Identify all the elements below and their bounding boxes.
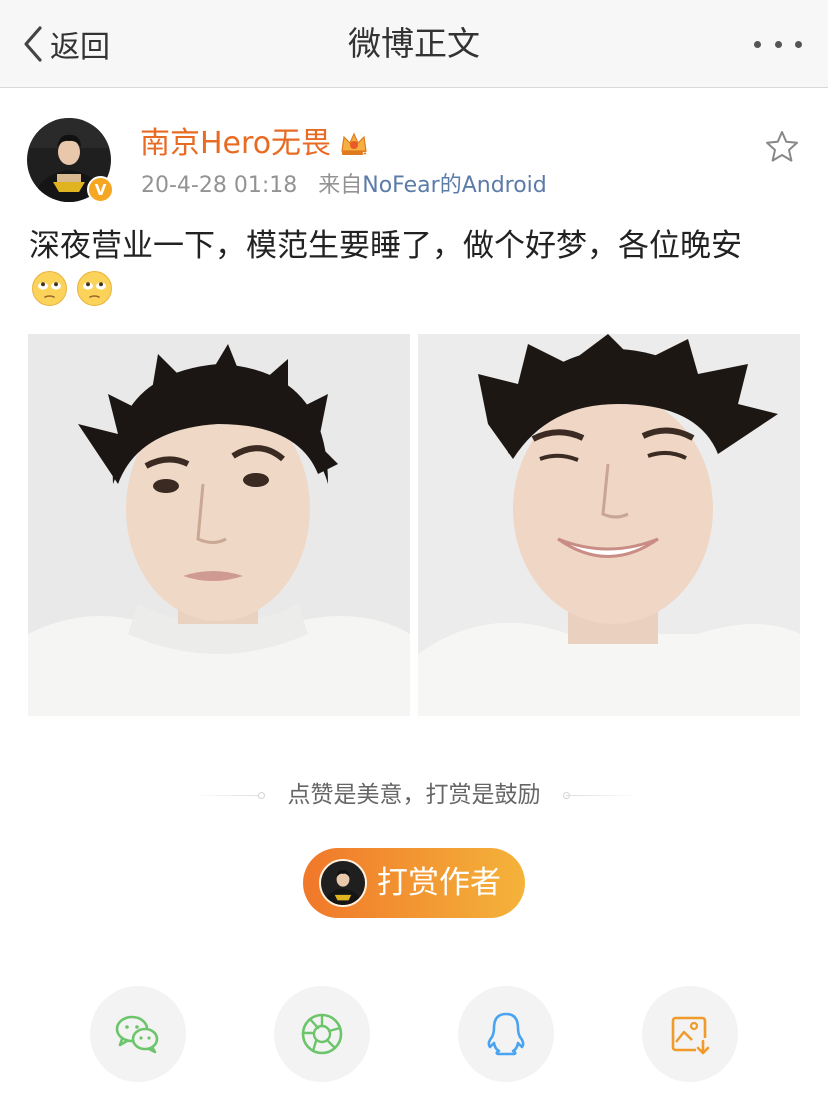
more-options-button[interactable]	[754, 30, 802, 58]
save-image-icon	[671, 1016, 710, 1055]
qq-icon	[487, 1012, 525, 1056]
post-photo-1[interactable]	[28, 334, 410, 716]
reward-button-label: 打赏作者	[377, 865, 501, 901]
navigation-bar: 返回 微博正文	[0, 0, 828, 88]
username-row: 南京Hero无畏 5	[140, 124, 369, 164]
reward-author-button[interactable]: 打赏作者	[303, 848, 525, 918]
share-moments-button[interactable]	[274, 986, 370, 1082]
favorite-star-icon[interactable]	[763, 128, 801, 166]
avatar-image	[321, 861, 365, 905]
wechat-moments-icon	[301, 1013, 343, 1055]
dot-icon	[795, 40, 802, 48]
reward-tip-text: 点赞是美意，打赏是鼓励	[287, 782, 541, 808]
page-title: 微博正文	[348, 24, 480, 63]
divider-line	[566, 795, 638, 796]
post-photo-2[interactable]	[418, 334, 800, 716]
photo-image	[28, 334, 410, 716]
rolling-eyes-emoji-icon	[32, 271, 67, 306]
photo-image	[418, 334, 800, 716]
source-link[interactable]: NoFear的Android	[362, 173, 547, 198]
verified-badge-icon: V	[87, 176, 114, 203]
emoji-row	[31, 270, 113, 307]
crown-membership-icon[interactable]: 5	[339, 129, 369, 159]
author-avatar-small	[319, 859, 367, 907]
rolling-eyes-emoji-icon	[77, 271, 112, 306]
share-qq-button[interactable]	[458, 986, 554, 1082]
svg-text:5: 5	[362, 151, 367, 159]
author-avatar[interactable]: V	[27, 118, 114, 204]
share-wechat-button[interactable]	[90, 986, 186, 1082]
post-text: 深夜营业一下，模范生要睡了，做个好梦，各位晚安	[29, 228, 742, 264]
post-timestamp: 20-4-28 01:18	[141, 173, 298, 198]
post-meta: 20-4-28 01:18 来自NoFear的Android	[141, 172, 547, 200]
save-image-button[interactable]	[642, 986, 738, 1082]
username-link[interactable]: 南京Hero无畏	[140, 124, 331, 164]
source-prefix: 来自	[318, 173, 363, 198]
dot-icon	[754, 40, 761, 48]
dot-icon	[774, 40, 782, 48]
wechat-icon	[115, 1015, 159, 1054]
